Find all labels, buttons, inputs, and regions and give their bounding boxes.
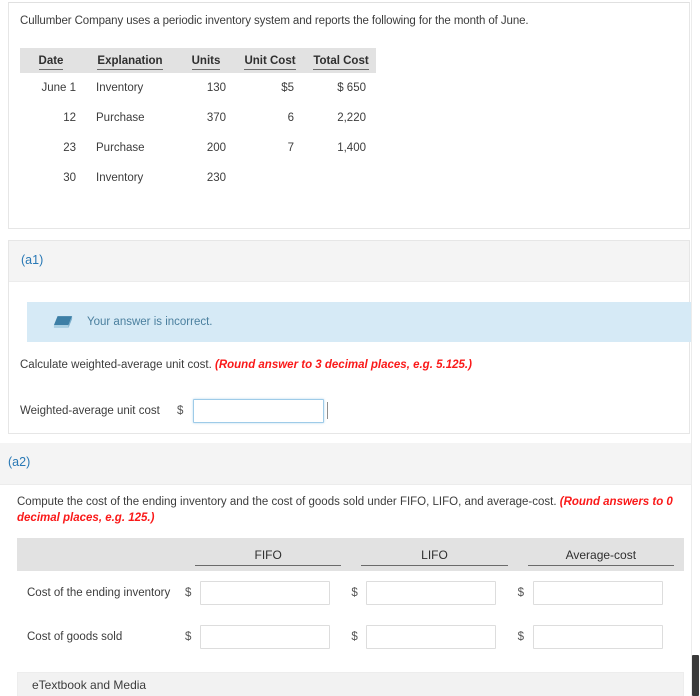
cell-date: June 1 <box>41 82 76 94</box>
cell-explanation: Inventory <box>96 82 144 94</box>
cost-of-goods-sold-fifo-input[interactable] <box>200 625 330 649</box>
table-row: June 1 Inventory 130 $5 $ 650 <box>20 73 376 103</box>
cell-ending-inventory-fifo: $ <box>185 571 351 615</box>
col-header-fifo: FIFO <box>185 538 351 571</box>
cost-of-goods-sold-lifo-input[interactable] <box>366 625 497 649</box>
col-header-unit-cost: Unit Cost <box>234 48 306 73</box>
section-a2-label: (a2) <box>8 455 31 469</box>
col-header-explanation: Explanation <box>82 48 178 73</box>
cell-units: 230 <box>206 172 226 184</box>
col-header-total-cost: Total Cost <box>306 48 376 73</box>
a2-instruction-text: Compute the cost of the ending inventory… <box>17 496 557 508</box>
section-a1: (a1) Your answer is incorrect. Calculate… <box>8 240 691 434</box>
col-header-units: Units <box>178 48 234 73</box>
cell-explanation: Purchase <box>96 112 145 124</box>
section-a1-header <box>9 241 689 282</box>
col-header-blank <box>17 538 185 571</box>
a1-rounding-note: (Round answer to 3 decimal places, e.g. … <box>214 359 472 371</box>
cost-method-table-body: Cost of the ending inventory $ $ $ Cost … <box>17 571 684 659</box>
cell-total-cost: 2,220 <box>337 112 366 124</box>
row-label-ending-inventory: Cost of the ending inventory <box>27 587 171 599</box>
etextbook-and-media-label: eTextbook and Media <box>32 678 147 692</box>
row-label-cost-of-goods-sold: Cost of goods sold <box>27 631 123 643</box>
inventory-table-head: Date Explanation Units Unit Cost Total C… <box>20 48 376 73</box>
cell-cogs-lifo: $ <box>351 615 517 659</box>
cell-ending-inventory-average-cost: $ <box>518 571 684 615</box>
currency-symbol: $ <box>185 587 192 599</box>
cell-date: 30 <box>63 172 76 184</box>
cell-ending-inventory-lifo: $ <box>351 571 517 615</box>
weighted-average-unit-cost-input[interactable] <box>193 399 324 423</box>
currency-symbol: $ <box>351 587 358 599</box>
currency-symbol: $ <box>351 631 358 643</box>
cell-total-cost <box>306 163 376 193</box>
ending-inventory-lifo-input[interactable] <box>366 581 497 605</box>
table-row: 30 Inventory 230 <box>20 163 376 193</box>
problem-statement: Cullumber Company uses a periodic invent… <box>20 15 529 27</box>
currency-symbol: $ <box>185 631 192 643</box>
cell-units: 370 <box>206 112 226 124</box>
cell-units: 130 <box>206 82 226 94</box>
cost-method-table-head: FIFO LIFO Average-cost <box>17 538 684 571</box>
cell-unit-cost <box>234 163 306 193</box>
currency-symbol: $ <box>177 405 184 417</box>
cost-method-header-row: FIFO LIFO Average-cost <box>17 538 684 571</box>
cell-units: 200 <box>206 142 226 154</box>
a1-instruction-text: Calculate weighted-average unit cost. <box>20 359 212 371</box>
cell-unit-cost: 7 <box>287 142 294 154</box>
vertical-scrollbar-track[interactable] <box>691 0 700 696</box>
inventory-table-body: June 1 Inventory 130 $5 $ 650 12 Purchas… <box>20 73 376 193</box>
ending-inventory-average-cost-input[interactable] <box>532 581 663 605</box>
etextbook-and-media-bar[interactable]: eTextbook and Media <box>17 672 684 696</box>
cell-cogs-average-cost: $ <box>518 615 684 659</box>
col-header-average-cost: Average-cost <box>518 538 684 571</box>
section-a2-header <box>0 443 692 485</box>
cost-method-table: FIFO LIFO Average-cost Cost of the endin… <box>17 538 684 659</box>
a1-instruction: Calculate weighted-average unit cost. (R… <box>20 359 472 371</box>
incorrect-answer-alert: Your answer is incorrect. <box>27 302 691 342</box>
cell-cogs-fifo: $ <box>185 615 351 659</box>
cell-total-cost: $ 650 <box>337 82 366 94</box>
cell-unit-cost: $5 <box>281 82 294 94</box>
cell-unit-cost: 6 <box>287 112 294 124</box>
ending-inventory-fifo-input[interactable] <box>200 581 330 605</box>
table-row: 12 Purchase 370 6 2,220 <box>20 103 376 133</box>
currency-symbol: $ <box>517 631 525 643</box>
table-row: 23 Purchase 200 7 1,400 <box>20 133 376 163</box>
vertical-scrollbar-thumb[interactable] <box>692 655 699 696</box>
inventory-header-row: Date Explanation Units Unit Cost Total C… <box>20 48 376 73</box>
section-a1-label: (a1) <box>21 253 44 267</box>
currency-symbol: $ <box>517 587 525 599</box>
inventory-table: Date Explanation Units Unit Cost Total C… <box>20 48 376 193</box>
homework-page: Cullumber Company uses a periodic invent… <box>0 0 700 696</box>
table-row: Cost of the ending inventory $ $ $ <box>17 571 684 615</box>
col-header-lifo: LIFO <box>351 538 517 571</box>
col-header-date: Date <box>20 48 82 73</box>
cell-date: 12 <box>63 112 76 124</box>
text-caret <box>327 402 328 419</box>
cell-explanation: Purchase <box>96 142 145 154</box>
a1-answer-row: Weighted-average unit cost $ <box>20 399 328 423</box>
cell-explanation: Inventory <box>96 172 144 184</box>
cell-date: 23 <box>63 142 76 154</box>
alert-message: Your answer is incorrect. <box>87 316 213 328</box>
eraser-icon <box>53 316 73 328</box>
a1-answer-label: Weighted-average unit cost <box>20 405 160 417</box>
cost-of-goods-sold-average-cost-input[interactable] <box>532 625 663 649</box>
problem-card: Cullumber Company uses a periodic invent… <box>8 2 690 229</box>
a2-instruction: Compute the cost of the ending inventory… <box>17 494 685 526</box>
table-row: Cost of goods sold $ $ $ <box>17 615 684 659</box>
cell-total-cost: 1,400 <box>337 142 366 154</box>
